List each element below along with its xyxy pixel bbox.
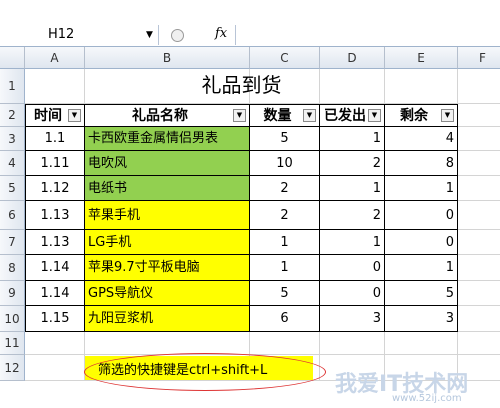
table-cell-time[interactable]: 1.15 [25,306,85,332]
sheet-title[interactable]: 礼品到货 [25,69,458,104]
grid-cell[interactable] [25,332,85,355]
column-header-d[interactable]: D [320,47,385,69]
grid-cell[interactable] [458,255,500,281]
table-cell-left[interactable]: 3 [385,306,458,332]
grid-cell[interactable] [458,104,500,127]
grid-cell[interactable] [458,306,500,332]
table-cell-qty[interactable]: 1 [250,255,320,281]
table-cell-qty[interactable]: 2 [250,176,320,201]
table-cell-name[interactable]: 苹果9.7寸平板电脑 [85,255,250,281]
row-header-3[interactable]: 3 [0,127,25,151]
table-cell-left[interactable]: 1 [385,255,458,281]
table-cell-left[interactable]: 0 [385,201,458,230]
cell-reference: H12 [48,27,75,42]
row-header-5[interactable]: 5 [0,176,25,201]
header-cell[interactable]: 礼品名称 [85,104,250,127]
table-cell-sent[interactable]: 2 [320,201,385,230]
row-header-9[interactable]: 9 [0,281,25,306]
filter-dropdown-icon[interactable]: ▼ [233,109,246,122]
table-cell-sent[interactable]: 0 [320,281,385,306]
table-cell-sent[interactable]: 3 [320,306,385,332]
table-cell-left[interactable]: 4 [385,127,458,151]
column-header-c[interactable]: C [250,47,320,69]
table-cell-sent[interactable]: 1 [320,176,385,201]
table-cell-time[interactable]: 1.12 [25,176,85,201]
insert-function-icon[interactable]: fx [215,26,227,41]
table-cell-left[interactable]: 8 [385,151,458,176]
row-header-7[interactable]: 7 [0,230,25,255]
table-cell-time[interactable]: 1.11 [25,151,85,176]
chevron-down-icon[interactable]: ▼ [146,25,153,45]
row-header-12[interactable]: 12 [0,355,25,381]
table-cell-name[interactable]: LG手机 [85,230,250,255]
table-cell-time[interactable]: 1.13 [25,201,85,230]
grid-cell[interactable] [458,176,500,201]
table-cell-name[interactable]: 电吹风 [85,151,250,176]
name-box[interactable]: H12 ▼ [0,25,159,45]
column-header-b[interactable]: B [85,47,250,69]
table-cell-qty[interactable]: 2 [250,201,320,230]
table-cell-name[interactable]: 九阳豆浆机 [85,306,250,332]
table-cell-time[interactable]: 1.13 [25,230,85,255]
grid-cell[interactable] [385,332,458,355]
column-header-f[interactable]: F [458,47,500,69]
grid-cell[interactable] [458,69,500,104]
formula-separator [235,25,236,45]
table-cell-left[interactable]: 1 [385,176,458,201]
grid-cell[interactable] [458,230,500,255]
table-cell-time[interactable]: 1.14 [25,255,85,281]
table-cell-qty[interactable]: 10 [250,151,320,176]
table-cell-left[interactable]: 0 [385,230,458,255]
column-header-e[interactable]: E [385,47,458,69]
grid-cell[interactable] [250,332,320,355]
grid-cell[interactable] [25,355,85,381]
resize-handle-icon[interactable] [171,29,184,42]
filter-dropdown-icon[interactable]: ▼ [441,109,454,122]
row-header-2[interactable]: 2 [0,104,25,127]
table-cell-qty[interactable]: 5 [250,281,320,306]
row-header-1[interactable]: 1 [0,69,25,104]
row-header-11[interactable]: 11 [0,332,25,355]
row-header-10[interactable]: 10 [0,306,25,332]
grid-cell[interactable] [458,332,500,355]
row-header-4[interactable]: 4 [0,151,25,176]
grid-cell[interactable] [85,332,250,355]
table-cell-qty[interactable]: 6 [250,306,320,332]
grid-cell[interactable] [458,281,500,306]
grid-cell[interactable] [320,332,385,355]
table-cell-qty[interactable]: 1 [250,230,320,255]
row-header-6[interactable]: 6 [0,201,25,230]
table-cell-sent[interactable]: 2 [320,151,385,176]
table-cell-name[interactable]: 苹果手机 [85,201,250,230]
filter-dropdown-icon[interactable]: ▼ [303,109,316,122]
filter-dropdown-icon[interactable]: ▼ [68,109,81,122]
table-cell-name[interactable]: 电纸书 [85,176,250,201]
formula-bar: H12 ▼ fx [0,25,500,47]
table-cell-qty[interactable]: 5 [250,127,320,151]
table-cell-sent[interactable]: 1 [320,230,385,255]
select-all-corner[interactable] [0,47,25,69]
grid-cell[interactable] [458,127,500,151]
grid-cell[interactable] [458,201,500,230]
watermark-url: www.52ij.com [392,393,462,404]
table-cell-time[interactable]: 1.14 [25,281,85,306]
table-cell-left[interactable]: 5 [385,281,458,306]
table-cell-sent[interactable]: 0 [320,255,385,281]
grid-cell[interactable] [458,151,500,176]
table-cell-time[interactable]: 1.1 [25,127,85,151]
row-header-8[interactable]: 8 [0,255,25,281]
table-cell-sent[interactable]: 1 [320,127,385,151]
filter-dropdown-icon[interactable]: ▼ [368,109,381,122]
table-cell-name[interactable]: 卡西欧重金属情侣男表 [85,127,250,151]
table-cell-name[interactable]: GPS导航仪 [85,281,250,306]
highlight-ellipse [84,353,326,391]
column-header-a[interactable]: A [25,47,85,69]
